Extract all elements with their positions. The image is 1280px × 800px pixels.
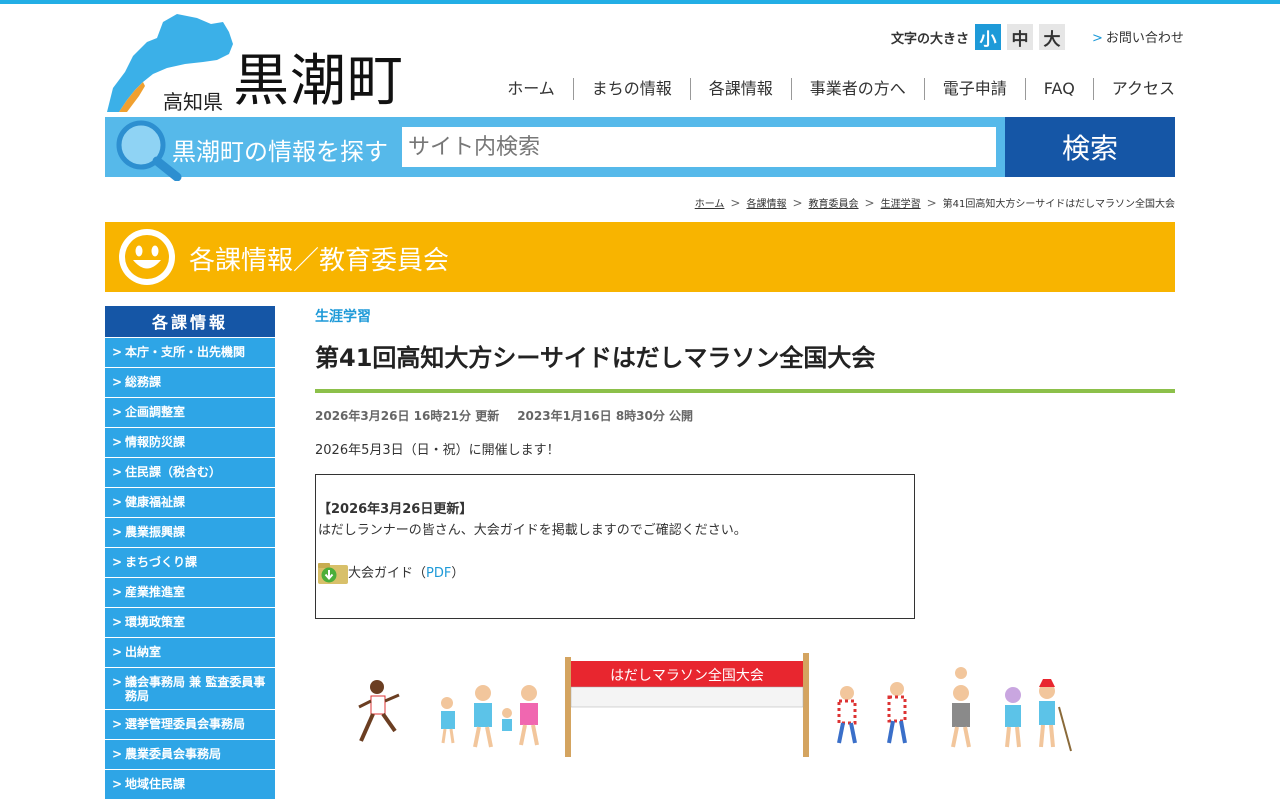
sidebar-item-election[interactable]: 選挙管理委員会事務局 <box>105 709 275 739</box>
breadcrumb-separator: > <box>730 195 741 210</box>
published-date: 2023年1月16日 8時30分 公開 <box>517 409 694 423</box>
sidebar-item-environment[interactable]: 環境政策室 <box>105 607 275 637</box>
right-runners <box>837 667 1072 752</box>
nav-departments[interactable]: 各課情報 <box>689 78 791 100</box>
updated-date: 2026年3月26日 16時21分 更新 <box>315 409 500 423</box>
sidebar-item-residents[interactable]: 住民課（税含む） <box>105 457 275 487</box>
breadcrumb-separator: > <box>864 195 875 210</box>
notice-text: はだしランナーの皆さん、大会ガイドを掲載しますのでご確認ください。 <box>318 523 747 538</box>
breadcrumb: ホーム > 各課情報 > 教育委員会 > 生涯学習 > 第41回高知大方シーサイ… <box>695 195 1175 211</box>
prefecture-name: 高知県 <box>163 90 223 114</box>
breadcrumb-separator: > <box>792 195 803 210</box>
contact-label: お問い合わせ <box>1105 31 1184 46</box>
search-label: 黒潮町の情報を探す <box>172 138 388 166</box>
site-logo[interactable]: 高知県 黒潮町 <box>105 12 415 116</box>
smiley-icon <box>119 229 175 285</box>
sidebar-item-planning[interactable]: 企画調整室 <box>105 397 275 427</box>
sidebar-item-treasury[interactable]: 出納室 <box>105 637 275 667</box>
page-title: 第41回高知大方シーサイドはだしマラソン全国大会 <box>315 338 1175 393</box>
breadcrumb-departments[interactable]: 各課情報 <box>746 195 786 210</box>
search-button[interactable]: 検索 <box>1005 117 1175 177</box>
guide-file-link[interactable]: 大会ガイド（ PDF） <box>318 562 912 584</box>
nav-town-info[interactable]: まちの情報 <box>572 78 690 100</box>
breadcrumb-home[interactable]: ホーム <box>695 195 725 210</box>
article: 生涯学習 第41回高知大方シーサイドはだしマラソン全国大会 2026年3月26日… <box>315 306 1175 757</box>
sidebar-item-general-affairs[interactable]: 総務課 <box>105 367 275 397</box>
guide-file-label: 大会ガイド（ <box>348 565 427 581</box>
nav-access[interactable]: アクセス <box>1092 78 1175 100</box>
sidebar-item-disaster-info[interactable]: 情報防災課 <box>105 427 275 457</box>
goal-banner-text: はだしマラソン全国大会 <box>610 667 764 684</box>
lead-text: 2026年5月3日（日・祝）に開催します！ <box>315 443 560 458</box>
article-dates: 2026年3月26日 16時21分 更新 2023年1月16日 8時30分 公開 <box>315 407 1175 424</box>
notice-title: 【2026年3月26日更新】 <box>318 502 473 517</box>
sidebar-item-offices[interactable]: 本庁・支所・出先機関 <box>105 337 275 367</box>
notice-box: 【2026年3月26日更新】 はだしランナーの皆さん、大会ガイドを掲載しますので… <box>315 474 915 619</box>
sidebar-item-town-development[interactable]: まちづくり課 <box>105 547 275 577</box>
contact-link[interactable]: > お問い合わせ <box>1092 27 1184 46</box>
font-size-medium-button[interactable]: 中 <box>1007 24 1034 50</box>
sidebar-item-community[interactable]: 地域住民課 <box>105 769 275 799</box>
goal-banner: はだしマラソン全国大会 <box>565 653 809 757</box>
font-size-large-button[interactable]: 大 <box>1039 24 1066 50</box>
chevron-right-icon: > <box>1092 31 1103 46</box>
nav-home[interactable]: ホーム <box>489 78 573 100</box>
sidebar-item-assembly[interactable]: 議会事務局 兼 監査委員事務局 <box>105 667 275 709</box>
download-folder-icon <box>318 563 348 584</box>
sidebar-item-agri-committee[interactable]: 農業委員会事務局 <box>105 739 275 769</box>
sidebar-item-agriculture[interactable]: 農業振興課 <box>105 517 275 547</box>
marathon-illustration: はだしマラソン全国大会 <box>358 653 1072 757</box>
font-size-label: 文字の大きさ <box>891 31 970 47</box>
section-title: 各課情報／教育委員会 <box>189 246 450 276</box>
font-size-small-button[interactable]: 小 <box>975 24 1002 50</box>
pdf-link[interactable]: PDF <box>426 563 451 584</box>
global-nav: ホーム まちの情報 各課情報 事業者の方へ 電子申請 FAQ アクセス <box>489 78 1175 100</box>
search-bar: 黒潮町の情報を探す 検索 <box>105 117 1175 181</box>
sidebar-heading: 各課情報 <box>105 306 275 337</box>
town-name: 黒潮町 <box>233 49 404 114</box>
nav-faq[interactable]: FAQ <box>1024 78 1093 100</box>
family-figures <box>441 685 539 748</box>
section-banner: 各課情報／教育委員会 <box>105 222 1175 292</box>
font-size-switcher: 文字の大きさ 小 中 大 <box>891 24 1071 50</box>
nav-business[interactable]: 事業者の方へ <box>790 78 924 100</box>
top-accent-line <box>0 0 1280 4</box>
breadcrumb-education-board[interactable]: 教育委員会 <box>809 195 859 210</box>
breadcrumb-current: 第41回高知大方シーサイドはだしマラソン全国大会 <box>942 199 1175 210</box>
sidebar-item-industry[interactable]: 産業推進室 <box>105 577 275 607</box>
breadcrumb-lifelong-learning[interactable]: 生涯学習 <box>881 195 921 210</box>
runner-figure <box>358 680 400 742</box>
nav-e-application[interactable]: 電子申請 <box>923 78 1025 100</box>
search-input[interactable] <box>402 127 996 167</box>
department-sidebar: 各課情報 本庁・支所・出先機関 総務課 企画調整室 情報防災課 住民課（税含む）… <box>105 306 275 799</box>
sidebar-item-health-welfare[interactable]: 健康福祉課 <box>105 487 275 517</box>
breadcrumb-separator: > <box>926 195 937 210</box>
article-category: 生涯学習 <box>315 309 371 325</box>
guide-file-close: ） <box>451 565 465 581</box>
